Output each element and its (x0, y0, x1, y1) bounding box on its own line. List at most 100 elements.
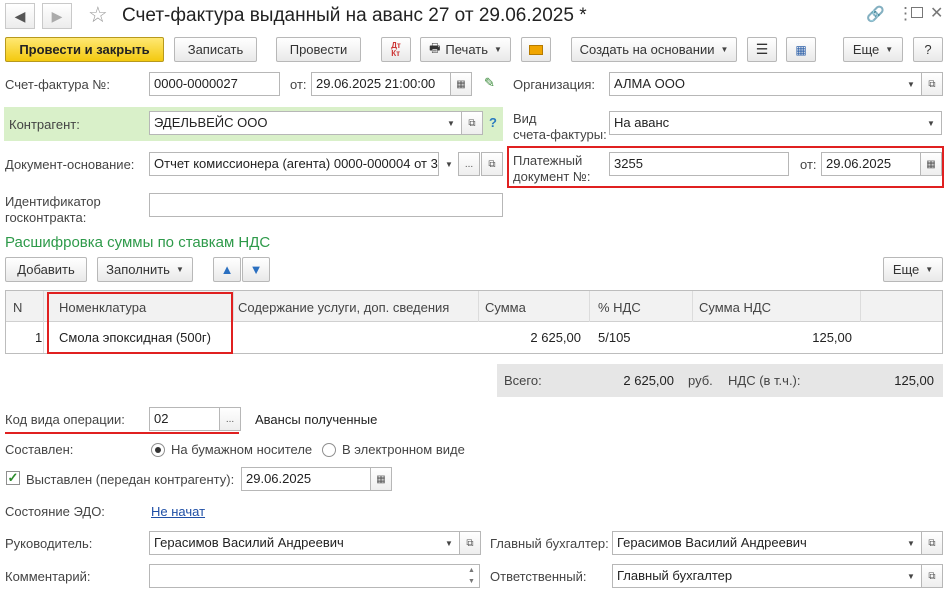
open-icon: ⧉ (466, 537, 474, 549)
payment-calendar-button[interactable]: ▦ (920, 152, 942, 176)
invoice-number-label: Счет-фактура №: (5, 77, 110, 92)
gov-contract-input[interactable] (149, 193, 503, 217)
vat-section-title: Расшифровка суммы по ставкам НДС (5, 234, 271, 251)
radio-electronic-dot[interactable] (322, 443, 336, 457)
col-divider (233, 291, 234, 322)
help-button[interactable]: ? (913, 37, 943, 62)
invoice-date-input[interactable]: 29.06.2025 21:00:00 (311, 72, 451, 96)
col-content[interactable]: Содержание услуги, доп. сведения (238, 300, 449, 315)
operation-code-input[interactable]: 02 (149, 407, 220, 431)
create-based-on-label: Создать на основании (579, 42, 715, 57)
payment-date-input[interactable]: 29.06.2025 (821, 152, 921, 176)
comment-input[interactable] (149, 564, 480, 588)
open-basis-button[interactable]: ⧉ (481, 152, 503, 176)
payment-document-label-2: документ №: (513, 169, 591, 184)
vat-total-label: НДС (в т.ч.): (728, 373, 801, 388)
radio-paper-dot[interactable] (151, 443, 165, 457)
add-row-button[interactable]: Добавить (5, 257, 87, 282)
issued-calendar-button[interactable]: ▦ (370, 467, 392, 491)
select-basis-button[interactable]: ... (458, 152, 480, 176)
invoice-kind-select[interactable]: На аванс (609, 111, 942, 135)
invoice-kind-label-1: Вид (513, 111, 537, 126)
col-sum[interactable]: Сумма (485, 300, 526, 315)
back-button[interactable]: ◀ (5, 3, 35, 29)
issued-date-input[interactable]: 29.06.2025 (241, 467, 371, 491)
calendar-icon: ▦ (376, 473, 386, 485)
chief-accountant-input[interactable]: Герасимов Василий Андреевич (612, 531, 922, 555)
issued-label: Выставлен (передан контрагенту): (26, 472, 235, 487)
vat-total: 125,00 (894, 373, 934, 388)
radio-paper[interactable] (151, 443, 165, 460)
issued-checkbox[interactable]: ✓ (6, 470, 20, 485)
open-chief-accountant-button[interactable]: ⧉ (921, 531, 943, 555)
operation-code-select-button[interactable]: ... (219, 407, 241, 431)
link-icon[interactable]: 🔗 (866, 5, 885, 23)
save-button[interactable]: Записать (174, 37, 257, 62)
email-button[interactable] (521, 37, 551, 62)
close-icon[interactable]: ✕ (930, 3, 943, 23)
dropdown-arrow-icon[interactable]: ▼ (442, 112, 460, 134)
payment-document-number-input[interactable]: 3255 (609, 152, 789, 176)
open-contractor-button[interactable]: ⧉ (461, 111, 483, 135)
contractor-input[interactable]: ЭДЕЛЬВЕЙС ООО (149, 111, 462, 135)
post-button[interactable]: Провести (276, 37, 361, 62)
radio-electronic[interactable] (322, 443, 336, 460)
dropdown-arrow-icon[interactable]: ▼ (440, 153, 458, 175)
dt-kt-button[interactable]: Дт Кт (381, 37, 411, 62)
row-vat-amount: 125,00 (812, 330, 852, 345)
payment-date-label: от: (800, 157, 817, 172)
col-divider (478, 291, 479, 322)
table-more-button[interactable]: Еще ▼ (883, 257, 943, 282)
col-divider (692, 291, 693, 322)
gov-contract-label-2: госконтракта: (5, 210, 87, 225)
move-down-button[interactable]: ▼ (242, 257, 270, 282)
document-list-button[interactable]: ☰ (747, 37, 777, 62)
favorite-star-icon[interactable]: ☆ (88, 2, 108, 28)
more-label: Еще (852, 42, 880, 57)
edo-status-link[interactable]: Не начат (151, 504, 205, 519)
calendar-button[interactable]: ▦ (450, 72, 472, 96)
dropdown-arrow-icon[interactable]: ▼ (902, 532, 920, 554)
edo-status-label: Состояние ЭДО: (5, 504, 105, 519)
fill-label: Заполнить (106, 262, 170, 277)
dropdown-arrow-icon[interactable]: ▼ (902, 73, 920, 95)
post-and-close-button[interactable]: Провести и закрыть (5, 37, 164, 62)
fill-button[interactable]: Заполнить ▼ (97, 257, 193, 282)
nomenclature-highlight (47, 292, 233, 354)
col-vat-amount[interactable]: Сумма НДС (699, 300, 771, 315)
head-label: Руководитель: (5, 536, 93, 551)
radio-electronic-label[interactable]: В электронном виде (342, 442, 465, 457)
head-input[interactable]: Герасимов Василий Андреевич (149, 531, 462, 555)
col-vat-rate[interactable]: % НДС (598, 300, 641, 315)
open-icon: ⧉ (468, 117, 476, 129)
envelope-icon (529, 44, 543, 55)
dropdown-arrow-icon[interactable]: ▼ (440, 532, 458, 554)
dropdown-arrow-icon[interactable]: ▼ (902, 565, 920, 587)
open-organization-button[interactable]: ⧉ (921, 72, 943, 96)
create-based-on-button[interactable]: Создать на основании ▼ (571, 37, 737, 62)
edit-note-icon[interactable]: ✎ (484, 75, 495, 91)
chevron-down-icon: ▼ (885, 45, 894, 54)
print-label: Печать (445, 42, 488, 57)
help-question-icon[interactable]: ? (489, 115, 497, 130)
radio-paper-label[interactable]: На бумажном носителе (171, 442, 312, 457)
forward-button[interactable]: ▶ (42, 3, 72, 29)
print-button[interactable]: 🖶 Печать ▼ (420, 37, 511, 62)
open-head-button[interactable]: ⧉ (459, 531, 481, 555)
dropdown-arrow-icon[interactable]: ▼ (922, 112, 940, 134)
table-more-label: Еще (892, 262, 920, 277)
move-up-button[interactable]: ▲ (213, 257, 241, 282)
open-responsible-button[interactable]: ⧉ (921, 564, 943, 588)
comment-scroll-icon[interactable]: ▲ ▼ (468, 565, 475, 587)
arrow-down-icon: ▼ (249, 262, 263, 277)
restore-window-icon[interactable] (911, 7, 923, 18)
basis-document-input[interactable]: Отчет комиссионера (агента) 0000-000004 … (149, 152, 439, 176)
responsible-input[interactable]: Главный бухгалтер (612, 564, 922, 588)
row-number: 1 (35, 330, 43, 345)
invoice-number-input[interactable]: 0000-0000027 (149, 72, 280, 96)
window-title: Счет-фактура выданный на аванс 27 от 29.… (122, 5, 587, 26)
organization-input[interactable]: АЛМА ООО (609, 72, 922, 96)
structure-button[interactable]: ▦ (786, 37, 816, 62)
more-button[interactable]: Еще ▼ (843, 37, 903, 62)
col-n[interactable]: N (13, 300, 22, 315)
